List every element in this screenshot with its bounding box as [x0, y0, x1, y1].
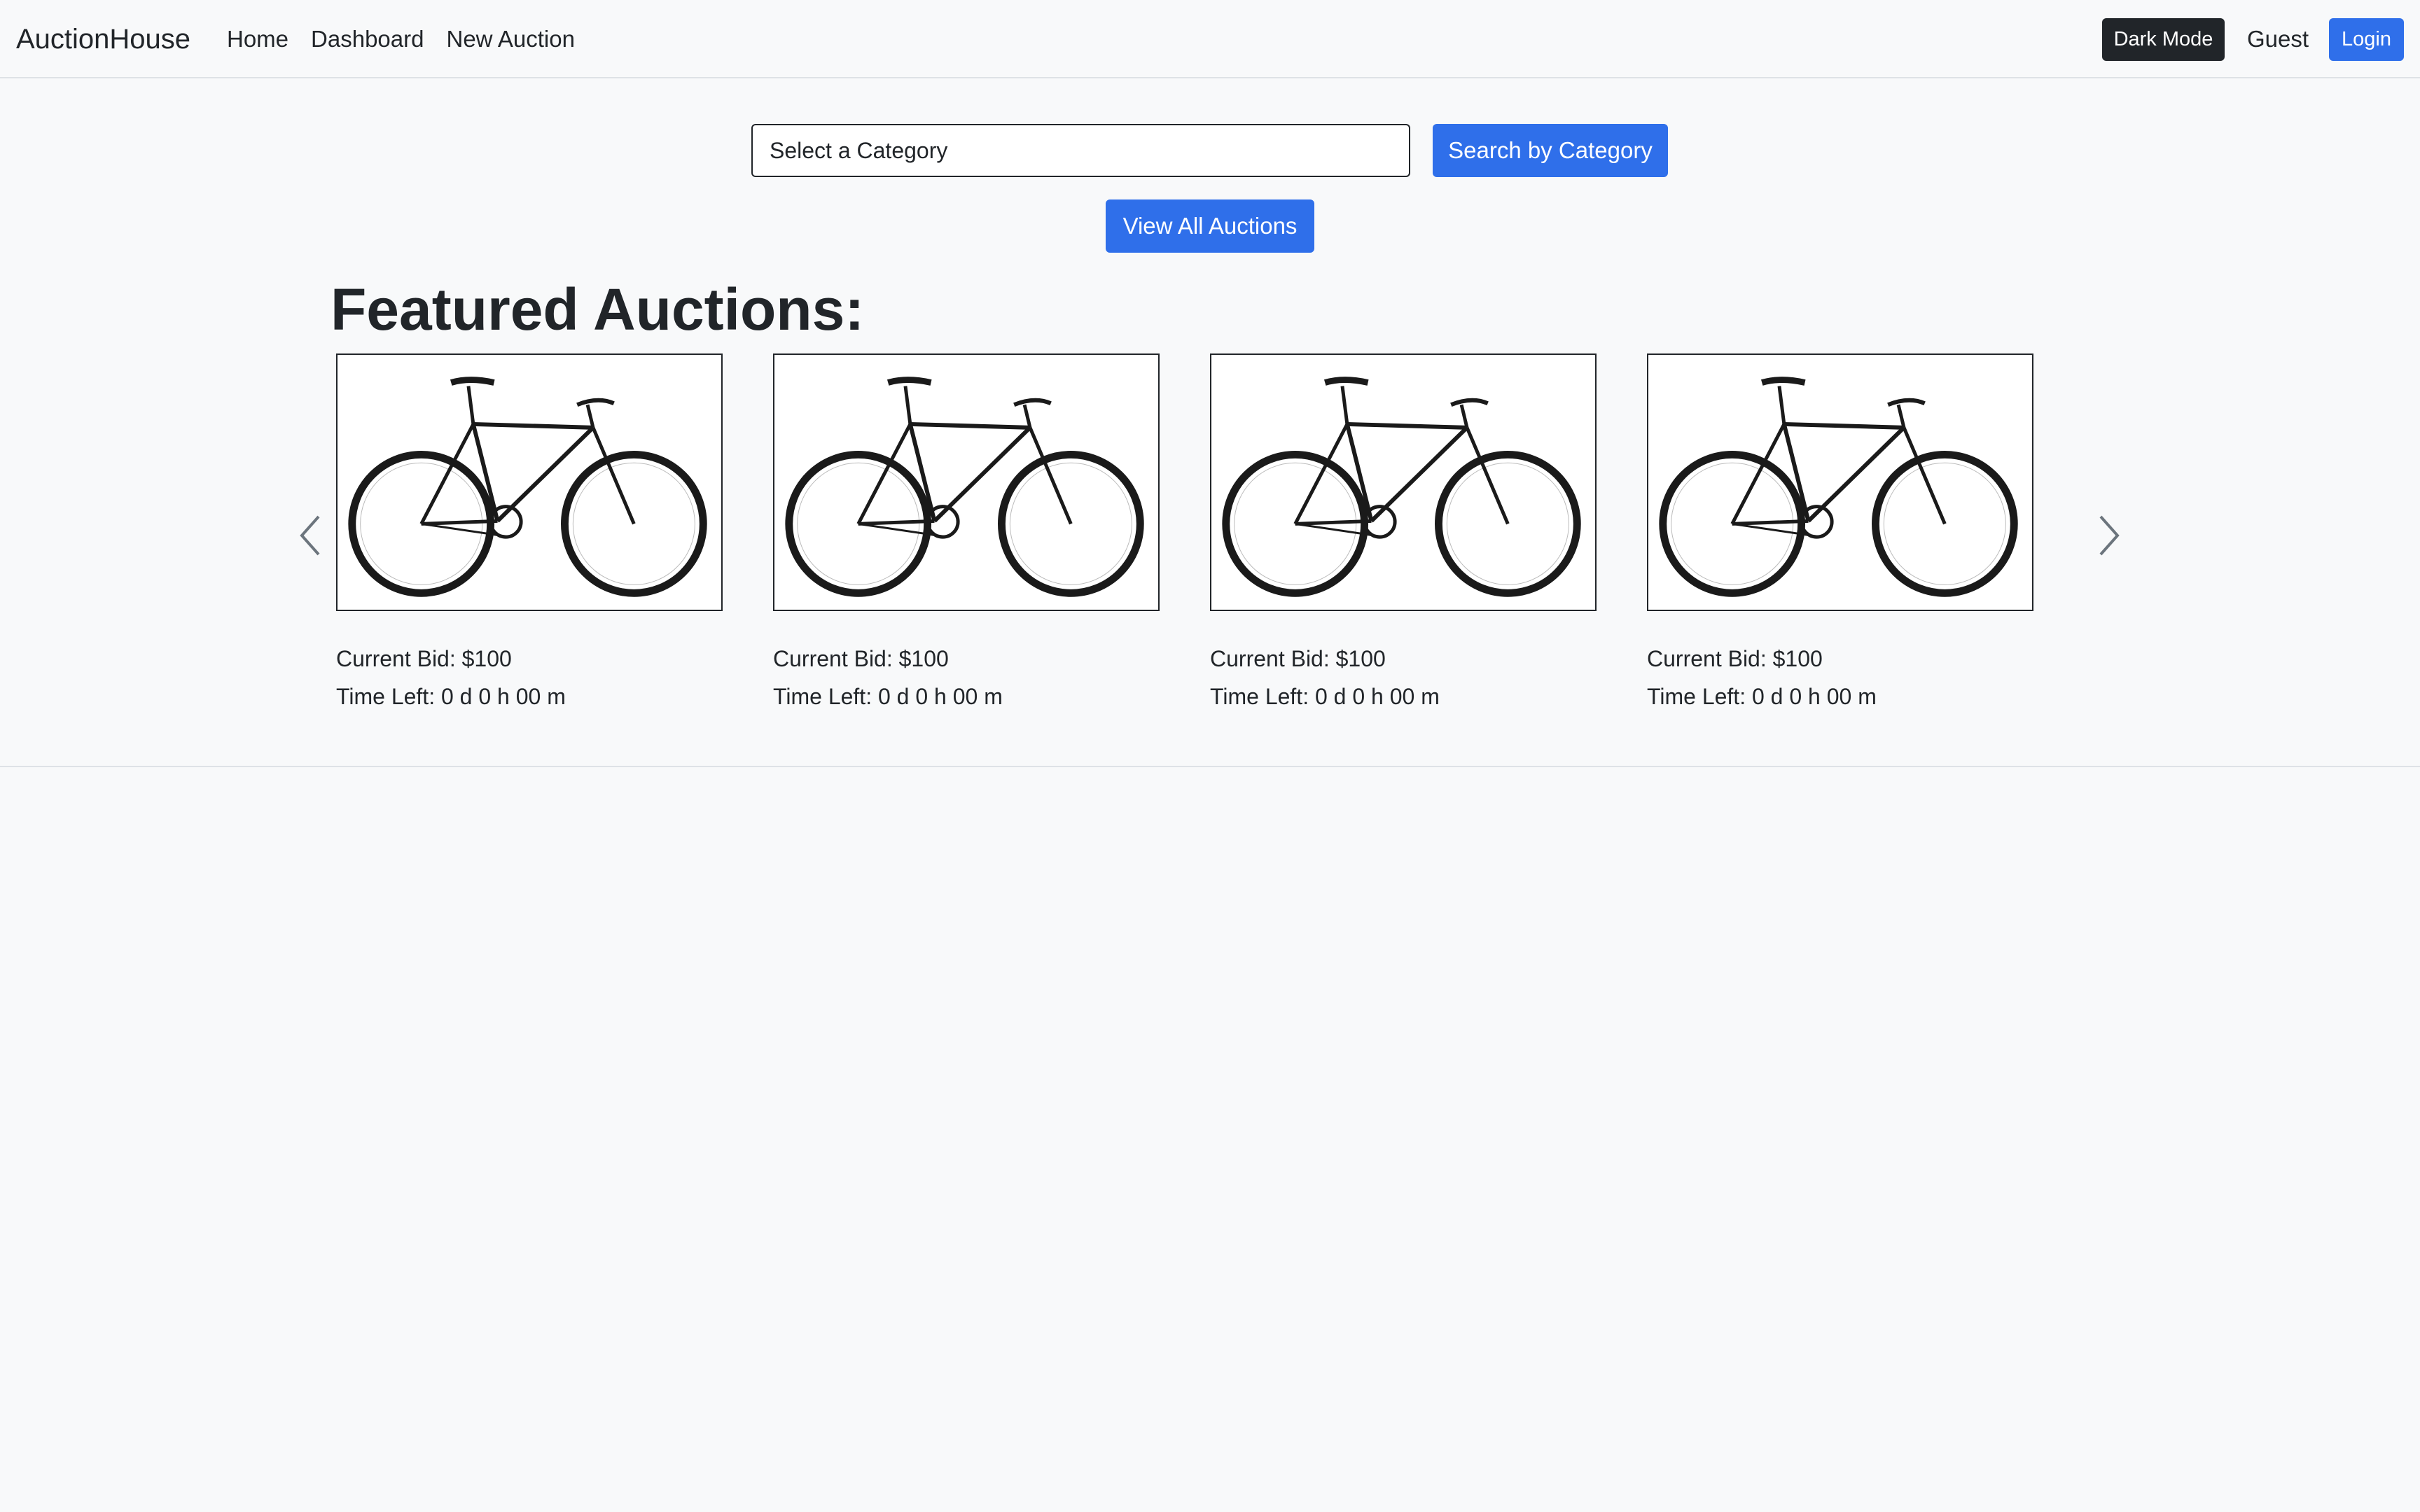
chevron-right-icon	[2099, 515, 2120, 556]
current-bid: Current Bid: $100	[336, 646, 512, 671]
category-select[interactable]: Select a Category	[751, 124, 1410, 177]
category-select-value: Select a Category	[770, 137, 948, 163]
auction-image[interactable]	[1210, 354, 1597, 611]
auction-card: Current Bid: $100 Time Left: 0 d 0 h 00 …	[336, 354, 723, 710]
auction-card: Current Bid: $100 Time Left: 0 d 0 h 00 …	[773, 354, 1160, 710]
auction-image[interactable]	[773, 354, 1160, 611]
view-all-auctions-button[interactable]: View All Auctions	[1106, 200, 1314, 253]
auction-card: Current Bid: $100 Time Left: 0 d 0 h 00 …	[1210, 354, 1597, 710]
time-left: Time Left: 0 d 0 h 00 m	[336, 684, 566, 709]
time-left: Time Left: 0 d 0 h 00 m	[773, 684, 1003, 709]
brand-logo[interactable]: AuctionHouse	[16, 21, 190, 57]
navbar: AuctionHouse Home Dashboard New Auction …	[0, 0, 2420, 78]
time-left: Time Left: 0 d 0 h 00 m	[1210, 684, 1440, 709]
bicycle-icon	[348, 377, 707, 597]
nav-link-dashboard[interactable]: Dashboard	[311, 22, 424, 56]
bicycle-icon	[1659, 377, 2018, 597]
auction-card: Current Bid: $100 Time Left: 0 d 0 h 00 …	[1647, 354, 2033, 710]
nav-links: Home Dashboard New Auction	[227, 22, 597, 56]
featured-title: Featured Auctions:	[331, 276, 865, 342]
time-left: Time Left: 0 d 0 h 00 m	[1647, 684, 1877, 709]
section-divider	[0, 766, 2420, 767]
nav-link-home[interactable]: Home	[227, 22, 288, 56]
dark-mode-button[interactable]: Dark Mode	[2102, 18, 2225, 61]
bicycle-icon	[1222, 377, 1581, 597]
carousel-next-button[interactable]	[2085, 511, 2127, 560]
current-bid: Current Bid: $100	[1210, 646, 1386, 671]
bicycle-icon	[785, 377, 1144, 597]
carousel-prev-button[interactable]	[292, 511, 334, 560]
auction-image[interactable]	[336, 354, 723, 611]
chevron-left-icon	[300, 515, 320, 556]
auction-image[interactable]	[1647, 354, 2033, 611]
login-button[interactable]: Login	[2329, 18, 2404, 61]
search-by-category-button[interactable]: Search by Category	[1433, 124, 1668, 177]
current-bid: Current Bid: $100	[773, 646, 949, 671]
current-bid: Current Bid: $100	[1647, 646, 1823, 671]
user-label: Guest	[2247, 26, 2309, 52]
nav-link-new-auction[interactable]: New Auction	[446, 22, 574, 56]
